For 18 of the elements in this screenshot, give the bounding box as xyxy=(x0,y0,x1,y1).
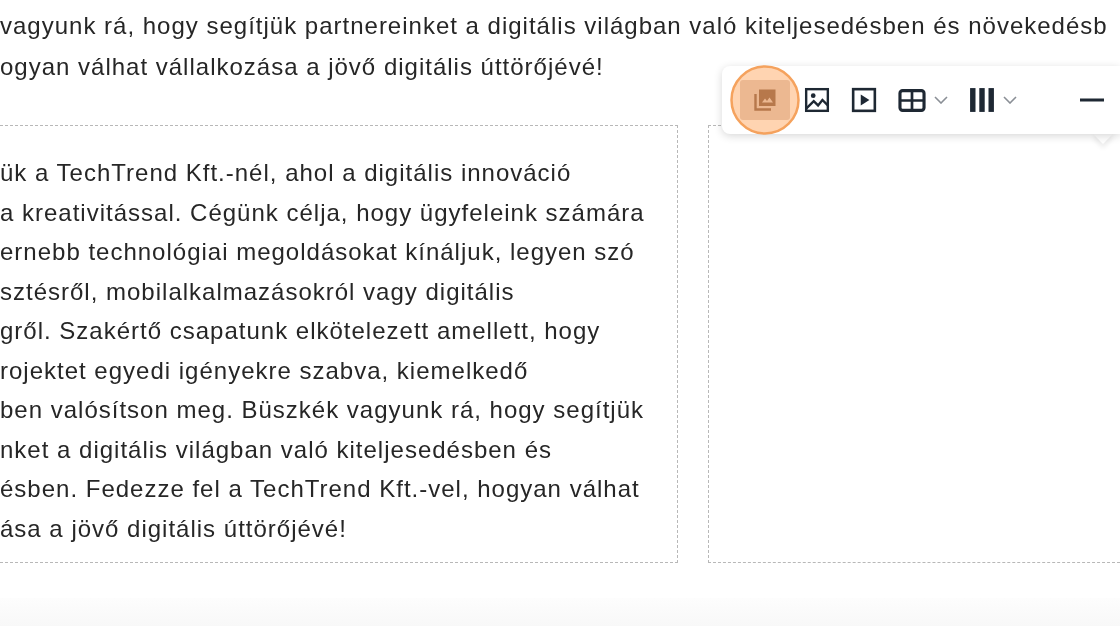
paragraph-line: ük a TechTrend Kft.-nél, ahol a digitális innováció xyxy=(0,158,572,188)
photo-gallery-icon xyxy=(753,88,777,112)
horizontal-rule-icon xyxy=(1080,98,1104,102)
paragraph-line: a kreativitással. Cégünk célja, hogy ügyfeleink számára xyxy=(0,197,645,228)
paragraph-line: sztésről, mobilalkalmazásokról vagy digitális xyxy=(0,276,515,307)
columns-icon xyxy=(969,87,995,113)
paragraph-line: vagyunk rá, hogy segítjük partnereinket a digitális világban való kiteljesedésben és növekedésb xyxy=(0,11,1108,41)
paragraph-line: ása a jövő digitális úttörőjévé! xyxy=(0,513,347,544)
play-video-icon xyxy=(851,87,877,113)
table-icon xyxy=(898,88,926,112)
paragraph-line: rojektet egyedi igényekre szabva, kiemelkedő xyxy=(0,355,529,386)
paragraph-line: nket a digitális világban való kiteljesedésben és xyxy=(0,434,552,465)
paragraph-line: ernebb technológiai megoldásokat kínáljuk, legyen szó xyxy=(0,237,635,267)
paragraph-line: gről. Szakértő csapatunk elkötelezett amellett, hogy xyxy=(0,316,601,346)
paragraph-line: ben valósítson meg. Büszkék vagyunk rá, hogy segítjük xyxy=(0,395,644,425)
paragraph-line: ogyan válhat vállalkozása a jövő digitális úttörőjévé! xyxy=(0,52,604,82)
paragraph-line: ésben. Fedezze fel a TechTrend Kft.-vel, hogyan válhat xyxy=(0,474,640,504)
image-icon xyxy=(804,87,830,113)
